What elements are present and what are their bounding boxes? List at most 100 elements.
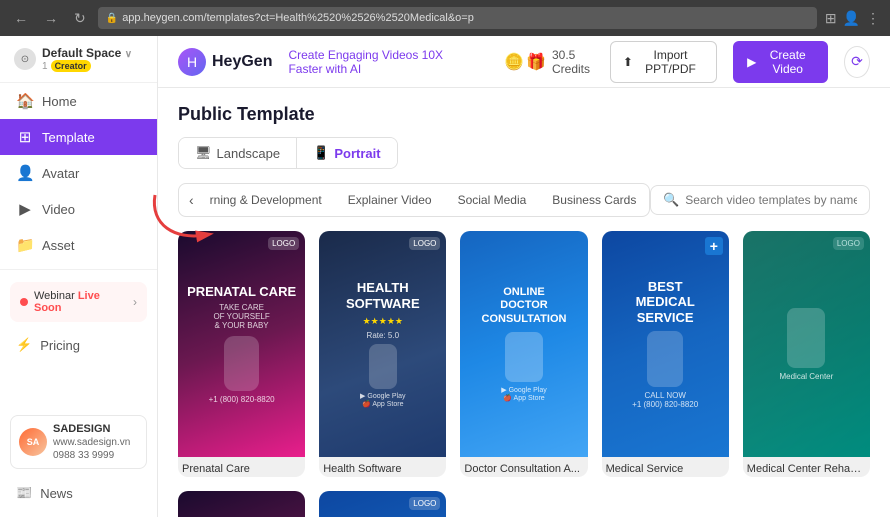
main-content: Public Template 🖥 Landscape 📱 Portrait ‹ bbox=[158, 88, 890, 517]
sidebar: ⊙ Default Space ∨ 1 Creator 🏠 Home ⊞ Tem… bbox=[0, 36, 158, 517]
heygen-logo-text: HeyGen bbox=[212, 53, 272, 71]
heygen-logo-icon: H bbox=[178, 48, 206, 76]
sidebar-item-pricing[interactable]: ⚡ Pricing bbox=[0, 328, 157, 362]
import-icon: ⬆ bbox=[623, 55, 633, 69]
template-card-prenatal[interactable]: LOGO PRENATAL CARE TAKE CAREOF YOURSELF&… bbox=[178, 231, 305, 477]
search-icon: 🔍 bbox=[663, 192, 679, 208]
credits-icons: 🪙 🎁 bbox=[504, 52, 546, 72]
space-info: Default Space ∨ 1 Creator bbox=[42, 46, 143, 72]
template-card-prenatal2[interactable]: PRENATAL CARE The best dental service in… bbox=[178, 491, 305, 517]
template-label-prenatal: Prenatal Care bbox=[178, 457, 305, 477]
template-label-rehab: Medical Center Rehabi... bbox=[743, 457, 870, 477]
search-box[interactable]: 🔍 bbox=[650, 185, 870, 215]
forward-button[interactable]: → bbox=[40, 8, 62, 28]
cat-tab-explainer[interactable]: Explainer Video bbox=[336, 188, 444, 212]
space-avatar: ⊙ bbox=[14, 48, 36, 70]
webinar-arrow-icon: › bbox=[133, 295, 137, 309]
lock-icon: 🔒 bbox=[106, 13, 118, 24]
landscape-icon: 🖥 bbox=[195, 145, 212, 161]
sidebar-item-news[interactable]: 📰 News bbox=[0, 477, 157, 509]
sidebar-item-home[interactable]: 🏠 Home bbox=[0, 83, 157, 119]
extensions-button[interactable]: ⊞ bbox=[825, 10, 837, 27]
thumb-rate: Rate: 5.0 bbox=[367, 331, 399, 340]
cat-tab-learning[interactable]: rning & Development bbox=[198, 188, 334, 212]
template-grid-row2: PRENATAL CARE The best dental service in… bbox=[178, 491, 870, 517]
portrait-icon: 📱 bbox=[313, 145, 329, 161]
credits-text: 30.5 Credits bbox=[552, 48, 594, 76]
tab-landscape[interactable]: 🖥 Landscape bbox=[179, 138, 297, 168]
webinar-live-dot bbox=[20, 298, 28, 306]
sidebar-item-asset[interactable]: 📁 Asset bbox=[0, 227, 157, 263]
sadesign-logo-text: SADESIGN www.sadesign.vn0988 33 9999 bbox=[53, 422, 130, 462]
space-count: 1 bbox=[42, 61, 48, 72]
thumb-phone: +1 (800) 820-8820 bbox=[209, 395, 275, 404]
thumb-subtitle: TAKE CAREOF YOURSELF& YOUR BABY bbox=[213, 303, 269, 330]
sadesign-logo[interactable]: SA SADESIGN www.sadesign.vn0988 33 9999 bbox=[10, 415, 147, 469]
asset-label: Asset bbox=[42, 238, 75, 253]
plus-icon: + bbox=[705, 237, 723, 255]
avatar-label: Avatar bbox=[42, 166, 79, 181]
template-card-rehab[interactable]: LOGO Medical Center Medical Center Rehab… bbox=[743, 231, 870, 477]
category-prev-button[interactable]: ‹ bbox=[185, 190, 198, 210]
template-thumb-rehab: LOGO Medical Center bbox=[743, 231, 870, 457]
template-thumb-prenatal2: PRENATAL CARE The best dental service in… bbox=[178, 491, 305, 517]
refresh-button[interactable]: ⟳ bbox=[844, 46, 870, 78]
pricing-icon: ⚡ bbox=[16, 337, 32, 353]
avatar-icon: 👤 bbox=[16, 164, 34, 182]
template-label-doctor: Doctor Consultation A... bbox=[460, 457, 587, 477]
app-header: H HeyGen Create Engaging Videos 10X Fast… bbox=[158, 36, 890, 88]
header-tagline: Create Engaging Videos 10X Faster with A… bbox=[288, 48, 472, 76]
menu-button[interactable]: ⋮ bbox=[866, 10, 880, 27]
template-card-doctor[interactable]: ONLINEDOCTORCONSULTATION ▶ Google Play🍎 … bbox=[460, 231, 587, 477]
browser-chrome: ← → ↻ 🔒 app.heygen.com/templates?ct=Heal… bbox=[0, 0, 890, 36]
sidebar-item-avatar[interactable]: 👤 Avatar bbox=[0, 155, 157, 191]
sidebar-divider bbox=[0, 269, 157, 270]
template-grid: LOGO PRENATAL CARE TAKE CAREOF YOURSELF&… bbox=[178, 231, 870, 477]
template-label: Template bbox=[42, 130, 95, 145]
space-name: Default Space ∨ bbox=[42, 46, 143, 60]
space-meta: 1 Creator bbox=[42, 60, 143, 72]
thumb-title-medical: BESTMEDICALSERVICE bbox=[636, 279, 695, 326]
sadesign-logo-icon: SA bbox=[19, 428, 47, 456]
create-video-button[interactable]: ▶ Create Video bbox=[733, 41, 828, 83]
template-card-medical2[interactable]: LOGO BESTMEDICAL bbox=[319, 491, 446, 517]
view-tabs: 🖥 Landscape 📱 Portrait bbox=[178, 137, 398, 169]
thumb-logo-badge: LOGO bbox=[409, 237, 440, 250]
cat-tab-social[interactable]: Social Media bbox=[446, 188, 539, 212]
filter-search-row: ‹ rning & Development Explainer Video So… bbox=[178, 183, 870, 217]
sidebar-header[interactable]: ⊙ Default Space ∨ 1 Creator bbox=[0, 36, 157, 83]
thumb-download-doctor: ▶ Google Play🍎 App Store bbox=[501, 386, 546, 402]
reload-button[interactable]: ↻ bbox=[70, 8, 90, 29]
sidebar-bottom: SA SADESIGN www.sadesign.vn0988 33 9999 bbox=[0, 407, 157, 477]
thumb-download: ▶ Google Play🍎 App Store bbox=[360, 392, 405, 408]
profile-button[interactable]: 👤 bbox=[843, 10, 860, 27]
template-label-health: Health Software bbox=[319, 457, 446, 477]
category-tabs-wrapper: ‹ rning & Development Explainer Video So… bbox=[178, 183, 650, 217]
browser-actions: ⊞ 👤 ⋮ bbox=[825, 10, 880, 27]
template-icon: ⊞ bbox=[16, 128, 34, 146]
back-button[interactable]: ← bbox=[10, 8, 32, 28]
category-tabs: rning & Development Explainer Video Soci… bbox=[198, 188, 643, 212]
video-label: Video bbox=[42, 202, 75, 217]
video-create-icon: ▶ bbox=[747, 55, 756, 69]
credits-badge: 🪙 🎁 30.5 Credits bbox=[504, 48, 594, 76]
cat-tab-business[interactable]: Business Cards bbox=[540, 188, 643, 212]
search-input[interactable] bbox=[685, 193, 857, 207]
tab-portrait[interactable]: 📱 Portrait bbox=[297, 138, 396, 168]
video-icon: ▶ bbox=[16, 200, 34, 218]
coin-icon: 🪙 bbox=[504, 52, 524, 72]
template-label-medical: Medical Service bbox=[602, 457, 729, 477]
sidebar-item-template[interactable]: ⊞ Template bbox=[0, 119, 157, 155]
page-title: Public Template bbox=[178, 104, 870, 125]
template-thumb-medical: + BESTMEDICALSERVICE CALL NOW+1 (800) 82… bbox=[602, 231, 729, 457]
template-thumb-doctor: ONLINEDOCTORCONSULTATION ▶ Google Play🍎 … bbox=[460, 231, 587, 457]
stars: ★★★★★ bbox=[363, 316, 403, 327]
template-card-health-software[interactable]: LOGO HEALTHSOFTWARE ★★★★★ Rate: 5.0 ▶ Go… bbox=[319, 231, 446, 477]
webinar-text: Webinar Live Soon bbox=[34, 290, 127, 314]
webinar-banner[interactable]: Webinar Live Soon › bbox=[10, 282, 147, 322]
import-ppt-button[interactable]: ⬆ Import PPT/PDF bbox=[610, 41, 717, 83]
url-bar[interactable]: 🔒 app.heygen.com/templates?ct=Health%252… bbox=[98, 7, 817, 29]
thumb-title-health: HEALTHSOFTWARE bbox=[346, 280, 420, 311]
template-card-medical-service[interactable]: + BESTMEDICALSERVICE CALL NOW+1 (800) 82… bbox=[602, 231, 729, 477]
sidebar-item-video[interactable]: ▶ Video bbox=[0, 191, 157, 227]
